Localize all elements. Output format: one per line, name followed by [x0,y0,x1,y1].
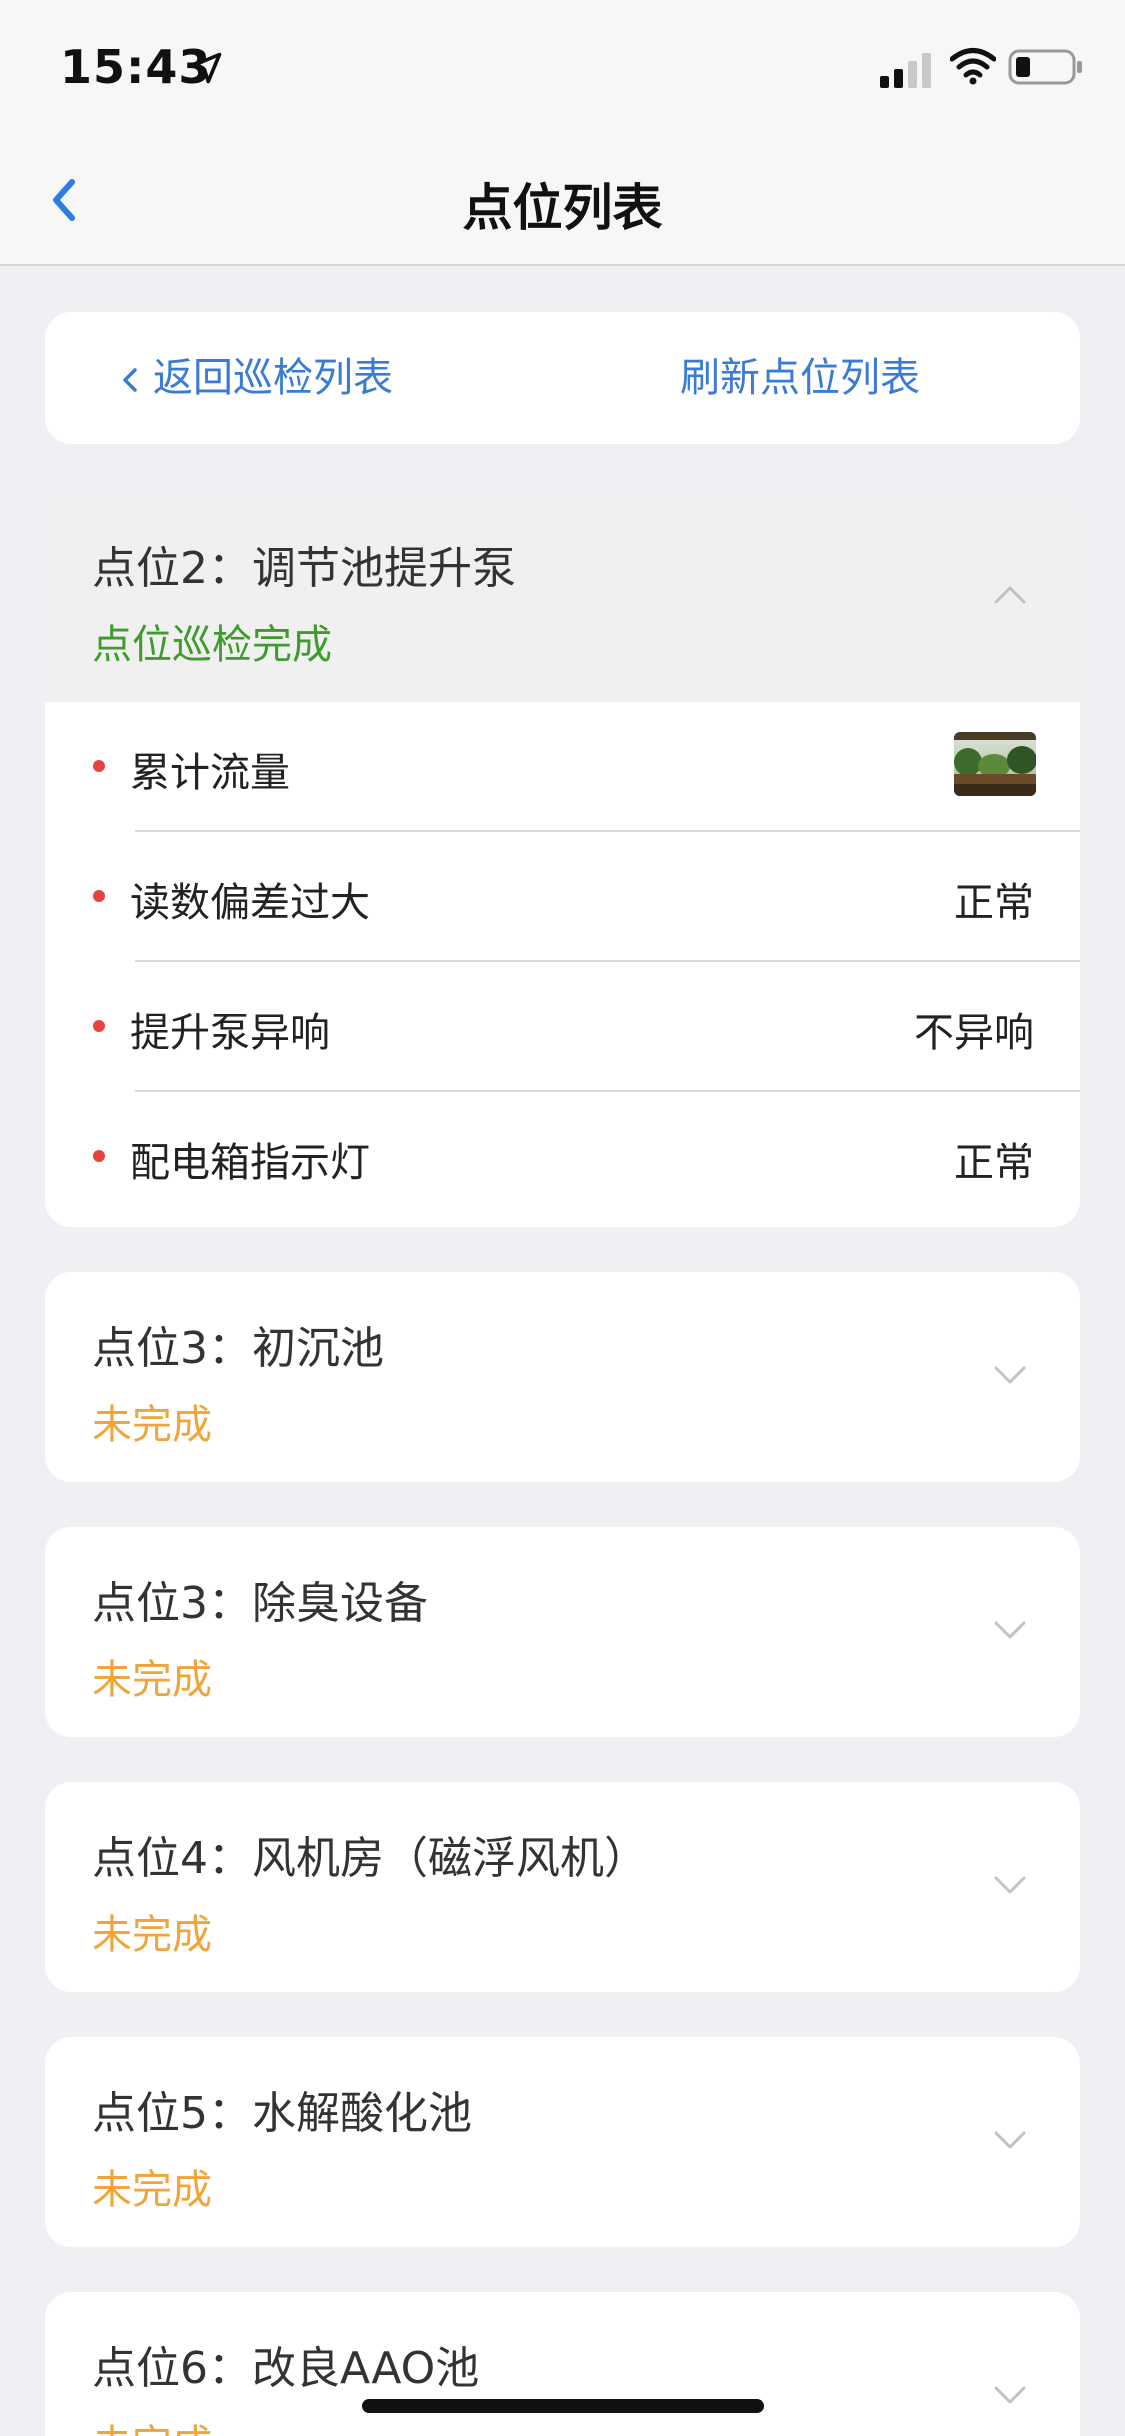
point-status: 未完成 [92,1402,212,1448]
point-status: 未完成 [92,1912,212,1958]
inspection-item-label: 配电箱指示灯 [130,1140,370,1186]
point-card-header[interactable]: 点位3：初沉池 未完成 [45,1272,1080,1482]
inspection-item[interactable]: 读数偏差过大 正常 [45,832,1080,962]
inspection-item-label: 提升泵异响 [130,1010,330,1056]
refresh-point-list-button[interactable]: 刷新点位列表 [680,350,920,406]
point-title: 点位6：改良AAO池 [92,2343,480,2394]
inspection-item-value: 正常 [954,880,1034,926]
chevron-down-icon [994,1876,1026,1894]
point-card-header[interactable]: 点位5：水解酸化池 未完成 [45,2037,1080,2247]
inspection-item[interactable]: 累计流量 [45,702,1080,832]
inspection-item[interactable]: 配电箱指示灯 正常 [45,1092,1080,1222]
inspection-item-value: 不异响 [914,1010,1034,1056]
required-dot [93,1020,105,1032]
back-to-inspection-list-label: 返回巡检列表 [153,355,393,401]
point-card-4[interactable]: 点位4：风机房（磁浮风机） 未完成 [45,1782,1080,1992]
point-card-header[interactable]: 点位2：调节池提升泵 点位巡检完成 [45,492,1080,702]
location-arrow-icon [190,52,222,84]
chevron-down-icon [994,1621,1026,1639]
point-status: 未完成 [92,2167,212,2213]
chevron-down-icon [994,2131,1026,2149]
point-card-3[interactable]: 点位3：初沉池 未完成 [45,1272,1080,1482]
point-title: 点位3：初沉池 [92,1323,384,1374]
chevron-left-icon [123,368,137,392]
point-card-header[interactable]: 点位4：风机房（磁浮风机） 未完成 [45,1782,1080,1992]
point-card-6[interactable]: 点位6：改良AAO池 未完成 [45,2292,1080,2436]
point-card-header[interactable]: 点位3：除臭设备 未完成 [45,1527,1080,1737]
point-status: 未完成 [92,1657,212,1703]
point-card-3b[interactable]: 点位3：除臭设备 未完成 [45,1527,1080,1737]
navigation-bar: 点位列表 [0,132,1125,266]
point-card-header[interactable]: 点位6：改良AAO池 未完成 [45,2292,1080,2436]
inspection-item-label: 累计流量 [130,750,290,796]
point-status: 点位巡检完成 [92,622,332,668]
point-card-2: 点位2：调节池提升泵 点位巡检完成 累计流量 读数偏差过大 正常 提升泵异响 不… [45,492,1080,1227]
back-to-inspection-list-button[interactable]: 返回巡检列表 [115,350,393,406]
home-indicator[interactable] [362,2399,764,2413]
status-bar: 15:43 [0,0,1125,132]
wifi-icon [950,48,996,85]
point-title: 点位4：风机房（磁浮风机） [92,1833,648,1884]
battery-icon [1008,49,1082,85]
point-status: 未完成 [92,2412,212,2436]
inspection-item-value: 正常 [954,1140,1034,1186]
point-card-5[interactable]: 点位5：水解酸化池 未完成 [45,2037,1080,2247]
photo-thumbnail[interactable] [954,732,1036,796]
action-card: 返回巡检列表 刷新点位列表 [45,312,1080,444]
point-title: 点位2：调节池提升泵 [92,543,516,594]
cellular-signal-icon [880,53,931,88]
required-dot [93,1150,105,1162]
chevron-down-icon [994,2386,1026,2404]
page-title: 点位列表 [462,179,663,237]
point-title: 点位5：水解酸化池 [92,2088,472,2139]
required-dot [93,890,105,902]
required-dot [93,760,105,772]
inspection-item[interactable]: 提升泵异响 不异响 [45,962,1080,1092]
inspection-item-label: 读数偏差过大 [130,880,370,926]
point-title: 点位3：除臭设备 [92,1578,428,1629]
chevron-down-icon [994,1366,1026,1384]
chevron-up-icon [994,586,1026,604]
